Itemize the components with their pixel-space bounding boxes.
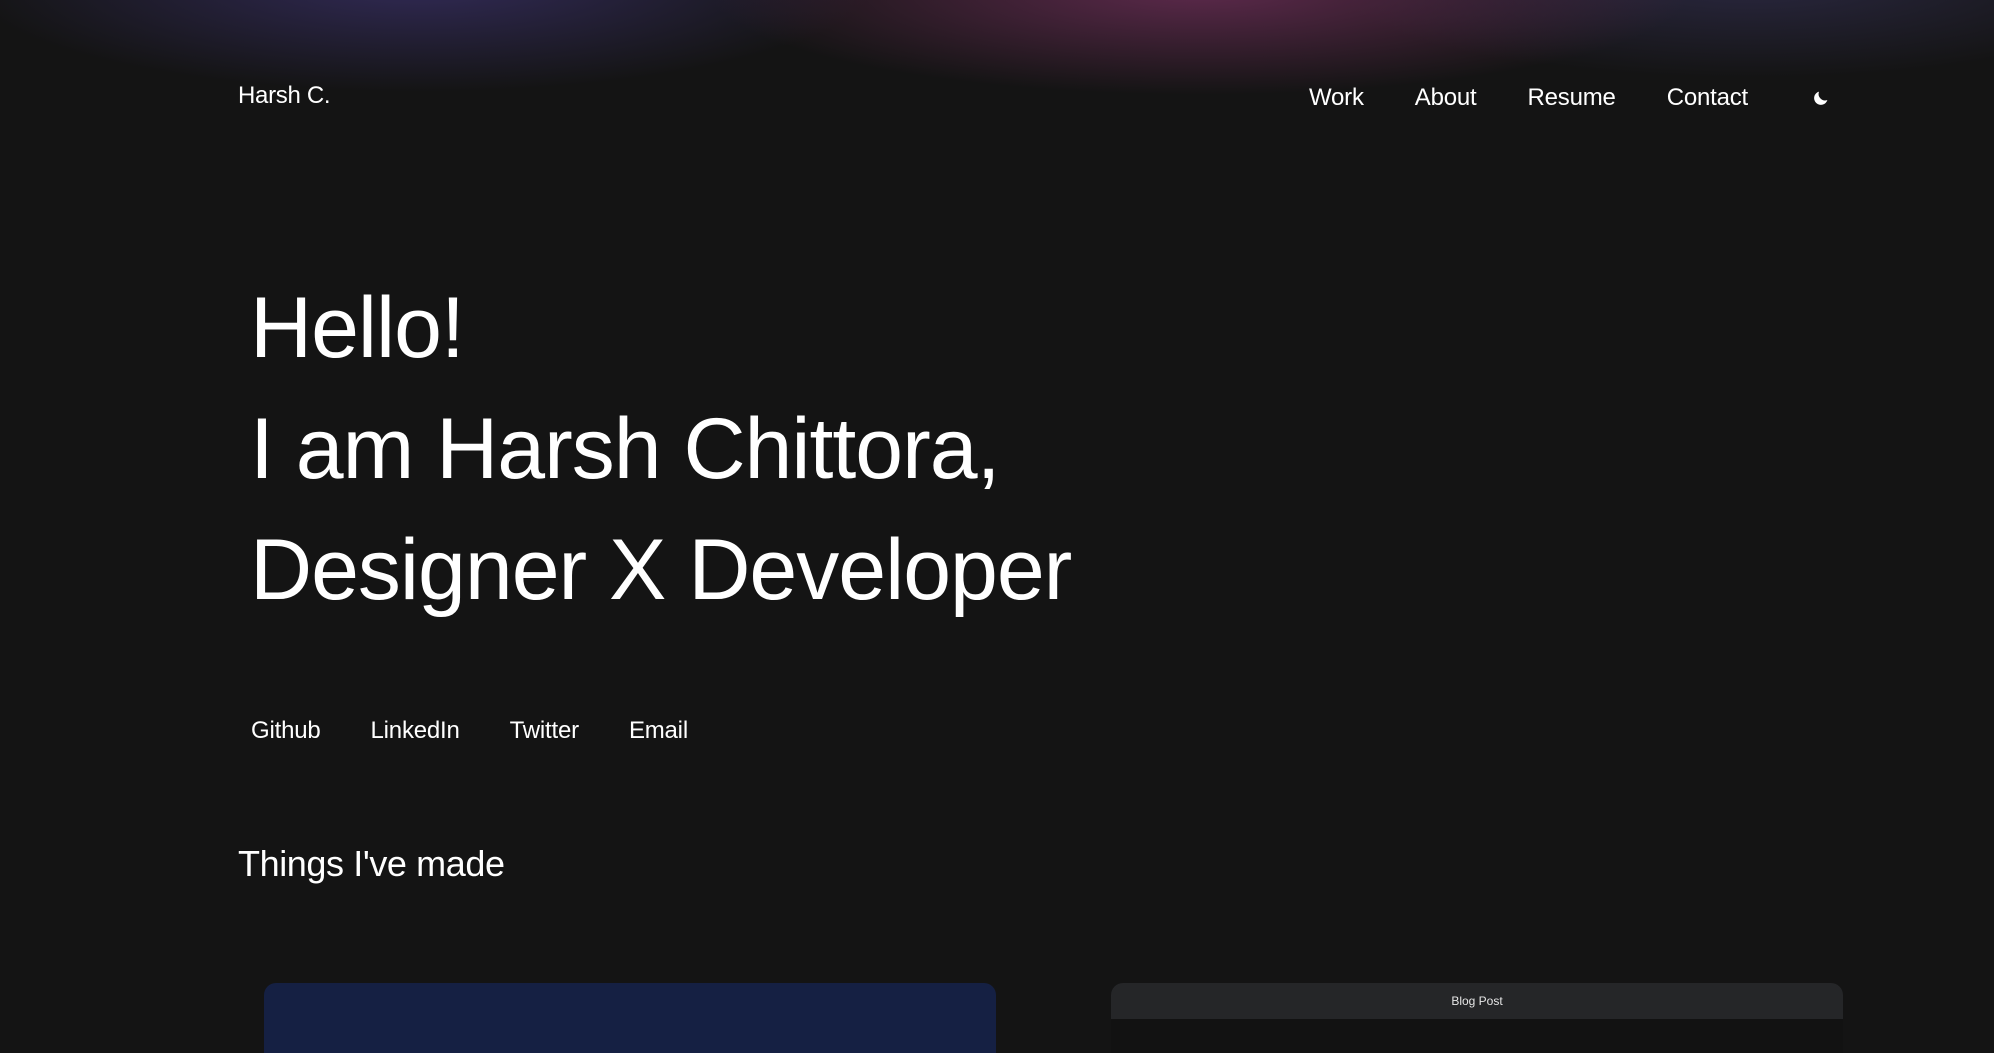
social-links: Github LinkedIn Twitter Email xyxy=(251,717,738,745)
social-link-github[interactable]: Github xyxy=(251,717,321,745)
project-card-2-titlebar: Blog Post xyxy=(1111,983,1843,1019)
projects-section-title: Things I've made xyxy=(238,843,505,884)
social-link-linkedin[interactable]: LinkedIn xyxy=(371,717,460,745)
theme-toggle-button[interactable] xyxy=(1808,85,1834,111)
project-card-2[interactable]: Blog Post xyxy=(1111,983,1843,1053)
hero-greeting: Hello! xyxy=(250,280,465,376)
social-link-twitter[interactable]: Twitter xyxy=(510,717,579,745)
hero-role-line: Designer X Developer xyxy=(250,522,1072,618)
hero-name-line: I am Harsh Chittora, xyxy=(250,401,1000,497)
nav-link-work[interactable]: Work xyxy=(1309,84,1364,112)
project-card-1[interactable] xyxy=(264,983,996,1053)
main-nav: Work About Resume Contact xyxy=(1309,76,1842,120)
nav-link-contact[interactable]: Contact xyxy=(1667,84,1749,112)
social-link-email[interactable]: Email xyxy=(629,717,688,745)
nav-link-resume[interactable]: Resume xyxy=(1528,84,1616,112)
hero-heading: Hello! I am Harsh Chittora, Designer X D… xyxy=(250,268,1072,631)
nav-link-about[interactable]: About xyxy=(1415,84,1477,112)
brand-logo-link[interactable]: Harsh C. xyxy=(238,82,331,110)
site-header: Harsh C. Work About Resume Contact xyxy=(238,76,1842,120)
moon-icon xyxy=(1814,91,1828,105)
